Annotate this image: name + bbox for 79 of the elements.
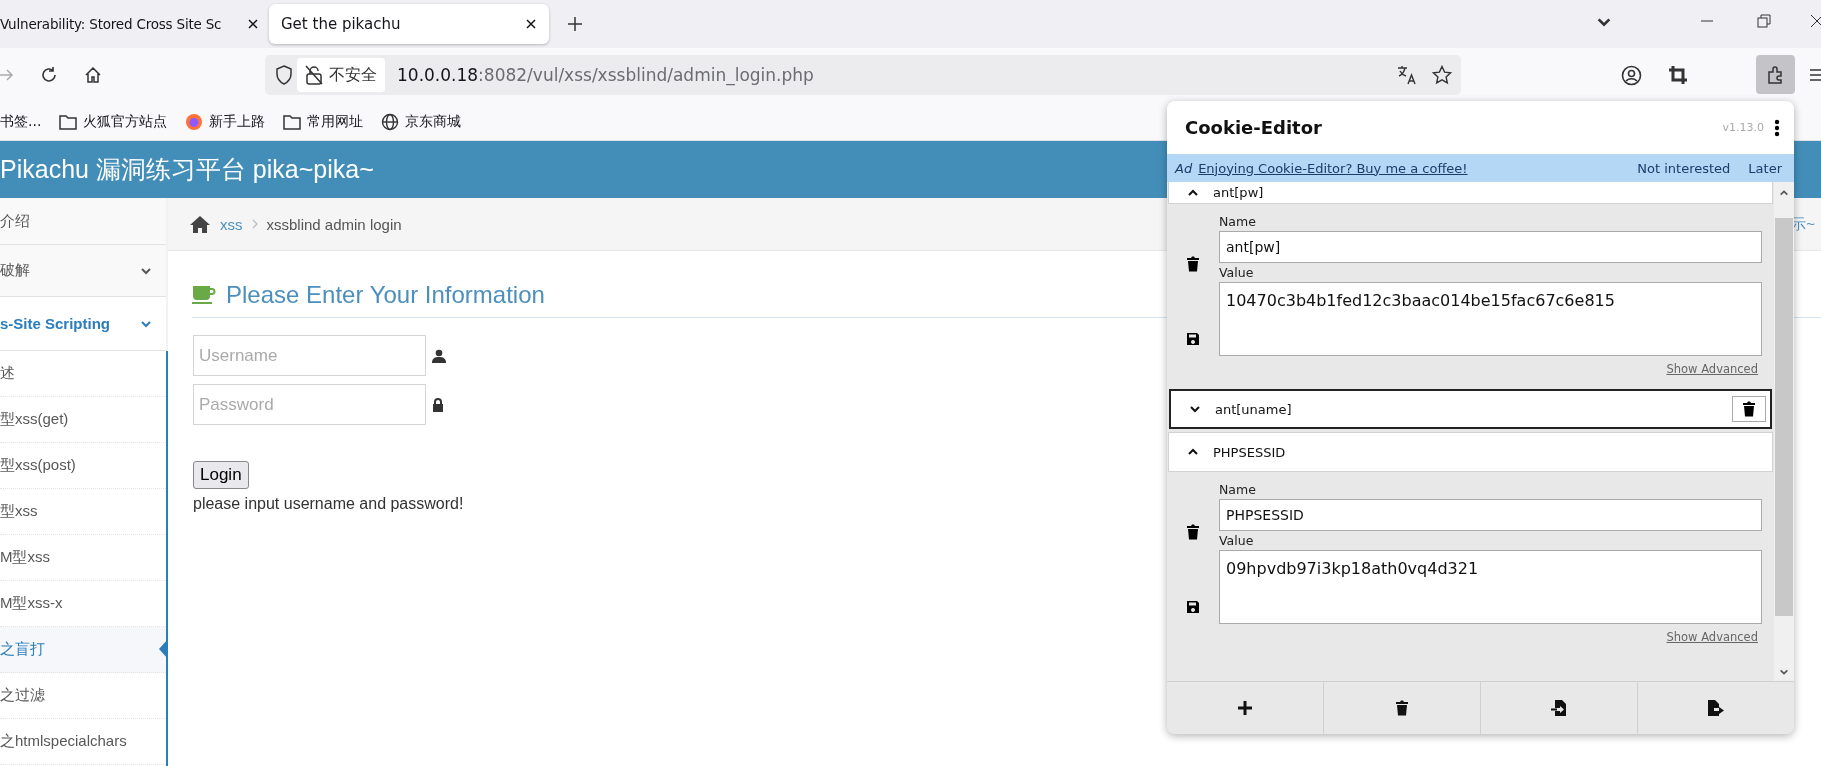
- cookie-row[interactable]: PHPSESSID: [1168, 432, 1773, 472]
- firefox-icon: [185, 112, 204, 131]
- field-label: Name: [1219, 482, 1257, 497]
- scroll-up-icon[interactable]: [1779, 188, 1789, 198]
- cookie-row[interactable]: ant[pw]: [1168, 182, 1773, 204]
- value-field[interactable]: 10470c3b4b1fed12c3baac014be15fac67c6e815: [1219, 282, 1762, 356]
- trash-icon: [1742, 401, 1756, 417]
- crossed-lock-icon: [305, 65, 323, 85]
- lock-icon: [432, 397, 444, 412]
- star-icon[interactable]: [1432, 65, 1452, 85]
- trash-icon[interactable]: [1186, 524, 1200, 540]
- kebab-menu-icon[interactable]: [1774, 118, 1780, 137]
- cookie-row[interactable]: ant[uname]: [1169, 389, 1772, 429]
- bookmark[interactable]: 火狐官方站点: [83, 112, 168, 131]
- export-button[interactable]: [1638, 682, 1794, 734]
- cup-icon: [192, 285, 216, 305]
- home-icon[interactable]: [189, 214, 211, 234]
- browser-tab[interactable]: Vulnerability: Stored Cross Site Sc: [0, 4, 265, 44]
- ad-tag: Ad: [1175, 160, 1193, 176]
- bookmark[interactable]: 新手上路: [209, 112, 266, 131]
- sidebar-item[interactable]: 破解: [0, 245, 166, 297]
- chevron-down-icon[interactable]: [1189, 403, 1201, 415]
- account-icon[interactable]: [1621, 65, 1642, 86]
- bookmark[interactable]: 京东商城: [405, 112, 462, 131]
- login-button[interactable]: Login: [193, 461, 249, 489]
- site-title[interactable]: Pikachu 漏洞练习平台 pika~pika~: [0, 153, 374, 186]
- trash-icon: [1395, 700, 1409, 716]
- shield-icon: [275, 65, 293, 85]
- close-icon[interactable]: [247, 18, 259, 30]
- plus-icon: [1237, 700, 1253, 716]
- scrollbar-thumb[interactable]: [1775, 218, 1793, 616]
- popup-title: Cookie-Editor: [1185, 117, 1322, 138]
- form-heading: Please Enter Your Information: [226, 281, 545, 309]
- reload-icon[interactable]: [40, 66, 58, 84]
- menu-icon[interactable]: [1810, 68, 1821, 82]
- extensions-button[interactable]: [1756, 55, 1795, 94]
- show-advanced-link[interactable]: Show Advanced: [1666, 362, 1758, 376]
- file-export-icon: [1707, 699, 1725, 717]
- scroll-down-icon[interactable]: [1779, 667, 1789, 677]
- home-icon[interactable]: [84, 66, 102, 84]
- username-field[interactable]: Username: [193, 335, 426, 376]
- trash-icon[interactable]: [1186, 256, 1200, 272]
- close-icon[interactable]: [525, 18, 537, 30]
- ad-link[interactable]: Enjoying Cookie-Editor? Buy me a coffee!: [1198, 160, 1468, 176]
- translate-icon[interactable]: [1397, 65, 1417, 85]
- password-field[interactable]: Password: [193, 384, 426, 425]
- field-label: Value: [1219, 533, 1255, 548]
- field-label: Name: [1219, 214, 1257, 229]
- show-advanced-link[interactable]: Show Advanced: [1666, 630, 1758, 644]
- save-icon[interactable]: [1186, 600, 1200, 614]
- plus-icon[interactable]: [567, 16, 583, 32]
- sidebar-subitem[interactable]: 之盲打: [0, 627, 166, 673]
- close-icon[interactable]: [1810, 14, 1821, 28]
- name-field[interactable]: ant[pw]: [1219, 231, 1762, 263]
- status-message: please input username and password!: [193, 495, 465, 513]
- breadcrumb-current: xssblind admin login: [266, 215, 402, 233]
- file-import-icon: [1551, 699, 1567, 717]
- globe-icon: [381, 112, 400, 131]
- value-field[interactable]: 09hpvdb97i3kp18ath0vq4d321: [1219, 550, 1762, 624]
- address-bar[interactable]: 不安全 10.0.0.18:8082/vul/xss/xssblind/admin_login.php: [265, 55, 1461, 95]
- chevron-right-icon: [251, 219, 258, 229]
- sidebar-item[interactable]: 介绍: [0, 198, 166, 245]
- version-label: v1.13.0: [1722, 121, 1764, 134]
- folder-icon: [59, 113, 78, 130]
- browser-tab[interactable]: Get the pikachu: [269, 4, 549, 44]
- bookmark[interactable]: 常用网址: [307, 112, 364, 131]
- name-field[interactable]: PHPSESSID: [1219, 499, 1762, 531]
- user-icon: [432, 348, 446, 363]
- folder-icon: [283, 113, 302, 130]
- later-link[interactable]: Later: [1748, 160, 1782, 176]
- save-icon[interactable]: [1186, 332, 1200, 346]
- bookmark[interactable]: 书签...: [0, 112, 42, 131]
- delete-button[interactable]: [1732, 396, 1766, 422]
- field-label: Value: [1219, 265, 1255, 280]
- restore-icon[interactable]: [1757, 14, 1771, 28]
- dismiss-link[interactable]: Not interested: [1637, 160, 1731, 176]
- crop-icon[interactable]: [1668, 65, 1688, 85]
- security-badge[interactable]: 不安全: [297, 58, 385, 92]
- url-text: 10.0.0.18:8082/vul/xss/xssblind/admin_login.php: [397, 65, 814, 85]
